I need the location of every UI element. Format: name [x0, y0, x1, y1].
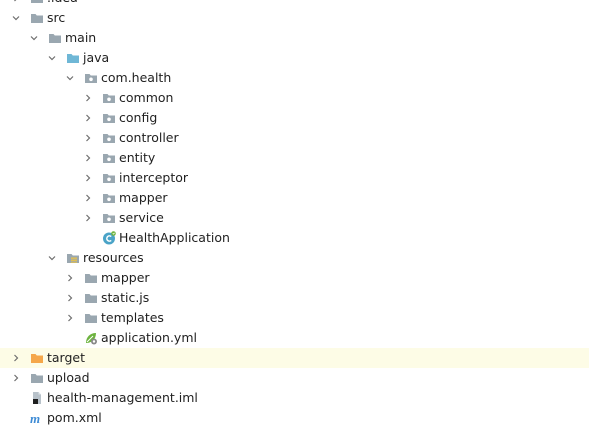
chevron-right-icon[interactable]	[84, 174, 92, 182]
tree-item-label: entity	[119, 150, 156, 165]
tree-row[interactable]: templates	[0, 308, 589, 328]
package-icon	[102, 151, 116, 165]
package-icon	[84, 71, 98, 85]
chevron-right-icon[interactable]	[84, 194, 92, 202]
tree-item-label: mapper	[119, 190, 168, 205]
folder-gray-icon	[30, 0, 44, 5]
package-icon	[102, 191, 116, 205]
tree-row[interactable]: java	[0, 48, 589, 68]
package-icon	[102, 131, 116, 145]
chevron-right-icon[interactable]	[66, 314, 74, 322]
spring-yaml-icon	[84, 331, 98, 345]
tree-item-label: java	[83, 50, 110, 65]
tree-row[interactable]: HealthApplication	[0, 228, 589, 248]
package-icon	[102, 111, 116, 125]
chevron-right-icon[interactable]	[84, 154, 92, 162]
chevron-right-icon[interactable]	[84, 114, 92, 122]
resources-folder-icon	[66, 251, 80, 265]
tree-row[interactable]: application.yml	[0, 328, 589, 348]
tree-item-label: interceptor	[119, 170, 189, 185]
chevron-right-icon[interactable]	[66, 274, 74, 282]
tree-item-label: .idea	[47, 0, 78, 8]
tree-row[interactable]: interceptor	[0, 168, 589, 188]
package-icon	[102, 211, 116, 225]
maven-icon: m	[30, 411, 44, 425]
chevron-down-icon[interactable]	[12, 14, 20, 22]
chevron-right-icon[interactable]	[84, 134, 92, 142]
tree-row[interactable]: entity	[0, 148, 589, 168]
package-icon	[102, 91, 116, 105]
tree-row[interactable]: main	[0, 28, 589, 48]
folder-source-blue-icon	[66, 51, 80, 65]
chevron-right-icon[interactable]	[12, 354, 20, 362]
chevron-right-icon[interactable]	[84, 214, 92, 222]
tree-item-label: health-management.iml	[47, 390, 198, 405]
tree-row[interactable]: static.js	[0, 288, 589, 308]
tree-row[interactable]: health-management.iml	[0, 388, 589, 408]
package-icon	[102, 171, 116, 185]
tree-item-label: main	[65, 30, 97, 45]
svg-text:m: m	[30, 411, 40, 425]
tree-row[interactable]: config	[0, 108, 589, 128]
chevron-right-icon[interactable]	[66, 294, 74, 302]
tree-row[interactable]: resources	[0, 248, 589, 268]
tree-item-label: pom.xml	[47, 410, 102, 425]
tree-row[interactable]: mapper	[0, 188, 589, 208]
chevron-down-icon[interactable]	[66, 74, 74, 82]
chevron-down-icon[interactable]	[48, 54, 56, 62]
project-tree: .idea src main java com.health common config co…	[0, 0, 589, 428]
chevron-right-icon[interactable]	[12, 0, 20, 2]
folder-gray-icon	[48, 31, 62, 45]
tree-row[interactable]: service	[0, 208, 589, 228]
chevron-right-icon[interactable]	[12, 374, 20, 382]
tree-row[interactable]: mapper	[0, 268, 589, 288]
tree-row[interactable]: common	[0, 88, 589, 108]
tree-row[interactable]: controller	[0, 128, 589, 148]
tree-item-label: application.yml	[101, 330, 197, 345]
tree-item-label: upload	[47, 370, 90, 385]
tree-item-label: common	[119, 90, 174, 105]
tree-item-label: resources	[83, 250, 144, 265]
tree-item-label: templates	[101, 310, 164, 325]
tree-item-label: com.health	[101, 70, 172, 85]
tree-item-label: HealthApplication	[119, 230, 230, 245]
tree-item-label: service	[119, 210, 164, 225]
tree-row[interactable]: m pom.xml	[0, 408, 589, 428]
folder-gray-icon	[84, 311, 98, 325]
tree-row[interactable]: com.health	[0, 68, 589, 88]
folder-gray-icon	[84, 291, 98, 305]
folder-gray-icon	[84, 271, 98, 285]
tree-row[interactable]: target	[0, 348, 589, 368]
folder-gray-icon	[30, 11, 44, 25]
tree-row[interactable]: src	[0, 8, 589, 28]
chevron-right-icon[interactable]	[84, 94, 92, 102]
tree-item-label: config	[119, 110, 158, 125]
tree-item-label: controller	[119, 130, 179, 145]
tree-item-label: static.js	[101, 290, 150, 305]
tree-item-label: src	[47, 10, 66, 25]
tree-item-label: target	[47, 350, 86, 365]
folder-gray-icon	[30, 371, 44, 385]
chevron-down-icon[interactable]	[48, 254, 56, 262]
tree-row[interactable]: upload	[0, 368, 589, 388]
spring-boot-class-icon	[102, 231, 116, 245]
folder-orange-icon	[30, 351, 44, 365]
iml-file-icon	[30, 391, 44, 405]
tree-item-label: mapper	[101, 270, 150, 285]
tree-row[interactable]: .idea	[0, 0, 589, 8]
chevron-down-icon[interactable]	[30, 34, 38, 42]
